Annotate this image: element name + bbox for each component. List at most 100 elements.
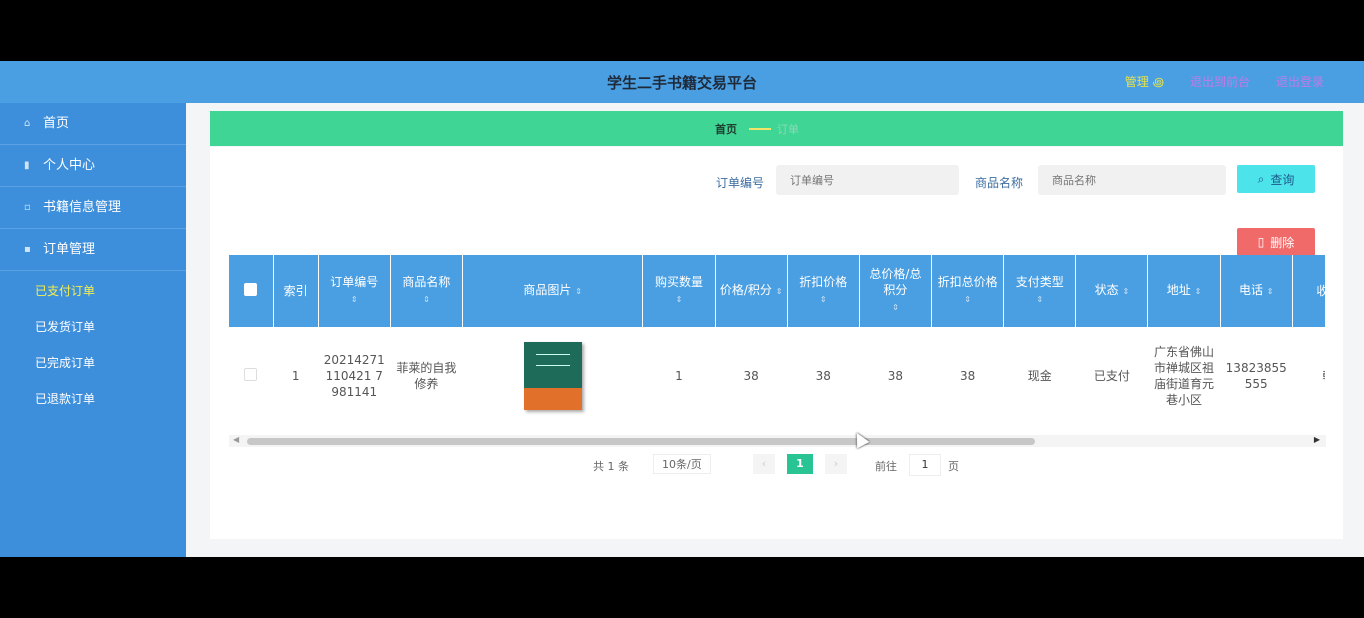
sort-icon: ⇕ bbox=[892, 303, 899, 312]
sort-icon: ⇕ bbox=[675, 295, 683, 304]
scroll-right-arrow-icon[interactable]: ▶ bbox=[1314, 435, 1320, 444]
breadcrumb-current: 订单 bbox=[777, 123, 799, 136]
order-number-cell: 20214271110421 7981141 bbox=[318, 327, 391, 425]
order-number-input[interactable] bbox=[776, 165, 959, 195]
breadcrumb-separator bbox=[749, 128, 771, 130]
column-header[interactable]: 电话 ⇕ bbox=[1220, 255, 1293, 327]
breadcrumb-bar: 首页 订单 bbox=[210, 111, 1343, 146]
address-cell: 广东省佛山市禅城区祖庙街道育元巷小区 bbox=[1147, 327, 1221, 425]
sidebar-item-label: 个人中心 bbox=[43, 158, 96, 173]
sort-icon: ⇕ bbox=[350, 295, 358, 304]
scroll-left-arrow-icon[interactable]: ◀ bbox=[233, 435, 239, 444]
home-icon: ⌂ bbox=[24, 118, 31, 129]
column-header[interactable]: 地址 ⇕ bbox=[1147, 255, 1221, 327]
delete-button[interactable]: ▯ 删除 bbox=[1237, 228, 1315, 256]
user-icon: ▮ bbox=[24, 160, 30, 171]
scrollbar-thumb[interactable] bbox=[247, 438, 1035, 445]
search-row: 订单编号 商品名称 ⌕ 查询 ▯ 删除 bbox=[210, 165, 1343, 256]
sidebar-item-label: 首页 bbox=[43, 116, 70, 131]
quantity-cell: 1 bbox=[642, 327, 716, 425]
sort-icon: ⇕ bbox=[1122, 287, 1130, 296]
submenu-completed-orders[interactable]: 已完成订单 bbox=[0, 345, 186, 381]
select-all-checkbox[interactable] bbox=[244, 282, 258, 296]
row-checkbox[interactable] bbox=[244, 367, 258, 381]
book-cover-image[interactable] bbox=[523, 342, 582, 410]
price-cell: 38 bbox=[715, 327, 788, 425]
query-button[interactable]: ⌕ 查询 bbox=[1237, 165, 1315, 193]
submenu-refunded-orders[interactable]: 已退款订单 bbox=[0, 381, 186, 417]
column-header[interactable]: 支付类型 ⇕ bbox=[1003, 255, 1077, 327]
order-icon: ▪ bbox=[24, 244, 31, 255]
order-number-label: 订单编号 bbox=[716, 176, 765, 190]
product-image-cell bbox=[462, 327, 644, 425]
orders-table-wrapper: 索引 订单编号 ⇕ 商品名称 ⇕ 商品图片 ⇕ 购买数量 ⇕ 价格/积分 ⇕ 折扣价格… bbox=[229, 255, 1325, 430]
page-size-select[interactable]: 10条/页 bbox=[653, 454, 711, 474]
goto-label: 前往 bbox=[875, 460, 897, 473]
sidebar-item-label: 订单管理 bbox=[43, 242, 96, 257]
column-header[interactable]: 价格/积分 ⇕ bbox=[715, 255, 788, 327]
logout-link[interactable]: 退出登录 bbox=[1276, 73, 1324, 91]
page-number-current[interactable]: 1 bbox=[787, 454, 813, 474]
table-header-row: 索引 订单编号 ⇕ 商品名称 ⇕ 商品图片 ⇕ 购买数量 ⇕ 价格/积分 ⇕ 折扣价格… bbox=[229, 255, 1325, 327]
sort-icon: ⇕ bbox=[819, 295, 827, 304]
submenu-paid-orders[interactable]: 已支付订单 bbox=[0, 273, 186, 309]
total-cell: 38 bbox=[859, 327, 933, 425]
column-header[interactable]: 折扣价格 ⇕ bbox=[787, 255, 860, 327]
column-header[interactable]: 收货 bbox=[1292, 255, 1325, 327]
receiver-cell: 韩 bbox=[1292, 327, 1325, 425]
index-cell: 1 bbox=[273, 327, 319, 425]
discount-price-cell: 38 bbox=[787, 327, 860, 425]
column-header[interactable]: 订单编号 ⇕ bbox=[318, 255, 391, 327]
main-content: 首页 订单 订单编号 商品名称 ⌕ 查询 ▯ 删除 bbox=[186, 103, 1364, 557]
column-header[interactable]: 总价格/总积分 ⇕ bbox=[859, 255, 933, 327]
product-name-input[interactable] bbox=[1038, 165, 1226, 195]
pagination: 共 1 条 10条/页 ‹ 1 › 前往 1 页 bbox=[210, 453, 1343, 477]
select-all-cell[interactable] bbox=[229, 255, 274, 327]
sidebar-item-profile[interactable]: ▮ 个人中心 bbox=[0, 145, 186, 187]
sort-icon: ⇕ bbox=[423, 295, 430, 304]
orders-table: 索引 订单编号 ⇕ 商品名称 ⇕ 商品图片 ⇕ 购买数量 ⇕ 价格/积分 ⇕ 折扣价格… bbox=[229, 255, 1325, 425]
sidebar-item-label: 书籍信息管理 bbox=[43, 200, 122, 215]
column-header[interactable]: 商品名称 ⇕ bbox=[390, 255, 464, 327]
breadcrumb: 首页 订单 bbox=[715, 121, 799, 137]
sort-icon: ⇕ bbox=[775, 287, 783, 296]
row-select-cell[interactable] bbox=[229, 327, 274, 425]
product-name-cell: 菲莱的自我修养 bbox=[390, 327, 464, 425]
book-icon: ▫ bbox=[24, 202, 31, 213]
pay-type-cell: 现金 bbox=[1003, 327, 1077, 425]
column-header[interactable]: 折扣总价格 ⇕ bbox=[931, 255, 1005, 327]
sidebar-item-books[interactable]: ▫ 书籍信息管理 bbox=[0, 187, 186, 229]
front-page-link[interactable]: 退出到前台 bbox=[1190, 73, 1250, 91]
column-header[interactable]: 状态 ⇕ bbox=[1075, 255, 1149, 327]
user-label: 管理 ꩜ bbox=[1124, 75, 1164, 89]
column-header: 索引 bbox=[273, 255, 319, 327]
sidebar: ⌂ 首页 ▮ 个人中心 ▫ 书籍信息管理 ▪ 订单管理 已支付订单 已发货订单 … bbox=[0, 103, 186, 557]
product-name-label: 商品名称 bbox=[975, 176, 1024, 190]
page-suffix: 页 bbox=[948, 460, 959, 473]
top-right-links: 管理 ꩜ 退出到前台 退出登录 bbox=[1125, 73, 1324, 91]
submenu-shipped-orders[interactable]: 已发货订单 bbox=[0, 309, 186, 345]
sort-icon: ⇕ bbox=[575, 287, 582, 296]
horizontal-scrollbar[interactable]: ◀ ▶ bbox=[229, 435, 1326, 447]
status-cell: 已支付 bbox=[1075, 327, 1149, 425]
breadcrumb-home[interactable]: 首页 bbox=[715, 121, 737, 137]
goto-page-input[interactable]: 1 bbox=[909, 454, 941, 476]
sidebar-item-home[interactable]: ⌂ 首页 bbox=[0, 103, 186, 145]
search-icon: ⌕ bbox=[1257, 171, 1265, 186]
app-window: 学生二手书籍交易平台 管理 ꩜ 退出到前台 退出登录 ⌂ 首页 ▮ 个人中心 ▫… bbox=[0, 61, 1364, 557]
prev-page-button[interactable]: ‹ bbox=[753, 454, 775, 474]
sort-icon: ⇕ bbox=[1266, 287, 1274, 296]
top-bar: 学生二手书籍交易平台 管理 ꩜ 退出到前台 退出登录 bbox=[0, 61, 1364, 103]
sort-icon: ⇕ bbox=[1036, 295, 1044, 304]
pagination-total: 共 1 条 bbox=[593, 460, 629, 473]
sort-icon: ⇕ bbox=[1194, 287, 1202, 296]
column-header[interactable]: 购买数量 ⇕ bbox=[642, 255, 716, 327]
orders-submenu: 已支付订单 已发货订单 已完成订单 已退款订单 bbox=[0, 271, 186, 417]
column-header[interactable]: 商品图片 ⇕ bbox=[462, 255, 644, 327]
order-panel: 订单编号 商品名称 ⌕ 查询 ▯ 删除 bbox=[210, 147, 1343, 539]
next-page-button[interactable]: › bbox=[825, 454, 847, 474]
discount-total-cell: 38 bbox=[931, 327, 1005, 425]
table-row[interactable]: 1 20214271110421 7981141 菲莱的自我修养 1 38 38… bbox=[229, 327, 1325, 425]
query-button-label: 查询 bbox=[1270, 172, 1295, 187]
sidebar-item-orders[interactable]: ▪ 订单管理 bbox=[0, 229, 186, 271]
